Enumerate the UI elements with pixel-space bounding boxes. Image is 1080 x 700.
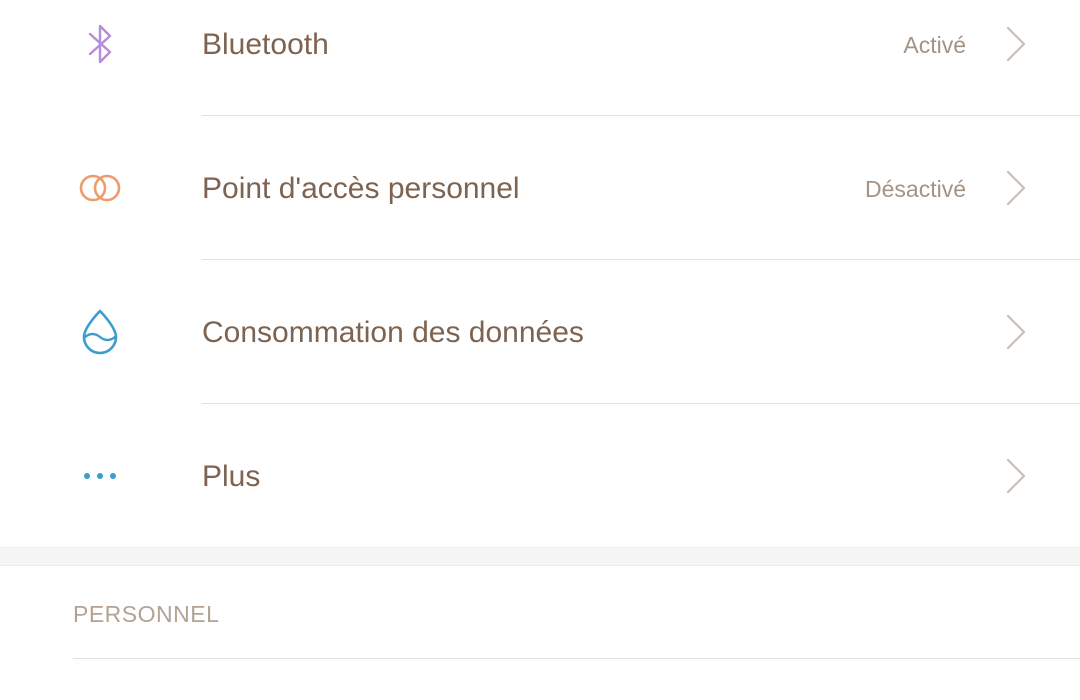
chevron-right-icon: [1000, 24, 1030, 64]
chevron-right-icon: [1000, 312, 1030, 352]
section-separator: [0, 547, 1080, 566]
settings-item-more[interactable]: Plus: [0, 404, 1080, 548]
settings-item-data-usage[interactable]: Consommation des données: [0, 260, 1080, 404]
settings-item-label: Plus: [202, 460, 261, 493]
water-drop-icon: [72, 304, 128, 360]
settings-item-label: Bluetooth: [202, 28, 329, 61]
chevron-right-icon: [1000, 456, 1030, 496]
section-header-personnel: PERSONNEL: [73, 601, 220, 627]
settings-item-label: Consommation des données: [202, 316, 584, 349]
settings-list: Bluetooth Activé Point d'accès personnel…: [0, 0, 1080, 547]
settings-screen: Bluetooth Activé Point d'accès personnel…: [0, 0, 1080, 700]
settings-item-status: Activé: [903, 32, 966, 58]
section-divider: [73, 658, 1080, 659]
settings-item-label: Point d'accès personnel: [202, 172, 520, 205]
settings-item-status: Désactivé: [865, 176, 966, 202]
more-dots-icon: [72, 448, 128, 504]
bluetooth-icon: [72, 16, 128, 72]
chevron-right-icon: [1000, 168, 1030, 208]
hotspot-rings-icon: [72, 160, 128, 216]
settings-item-hotspot[interactable]: Point d'accès personnel Désactivé: [0, 116, 1080, 260]
